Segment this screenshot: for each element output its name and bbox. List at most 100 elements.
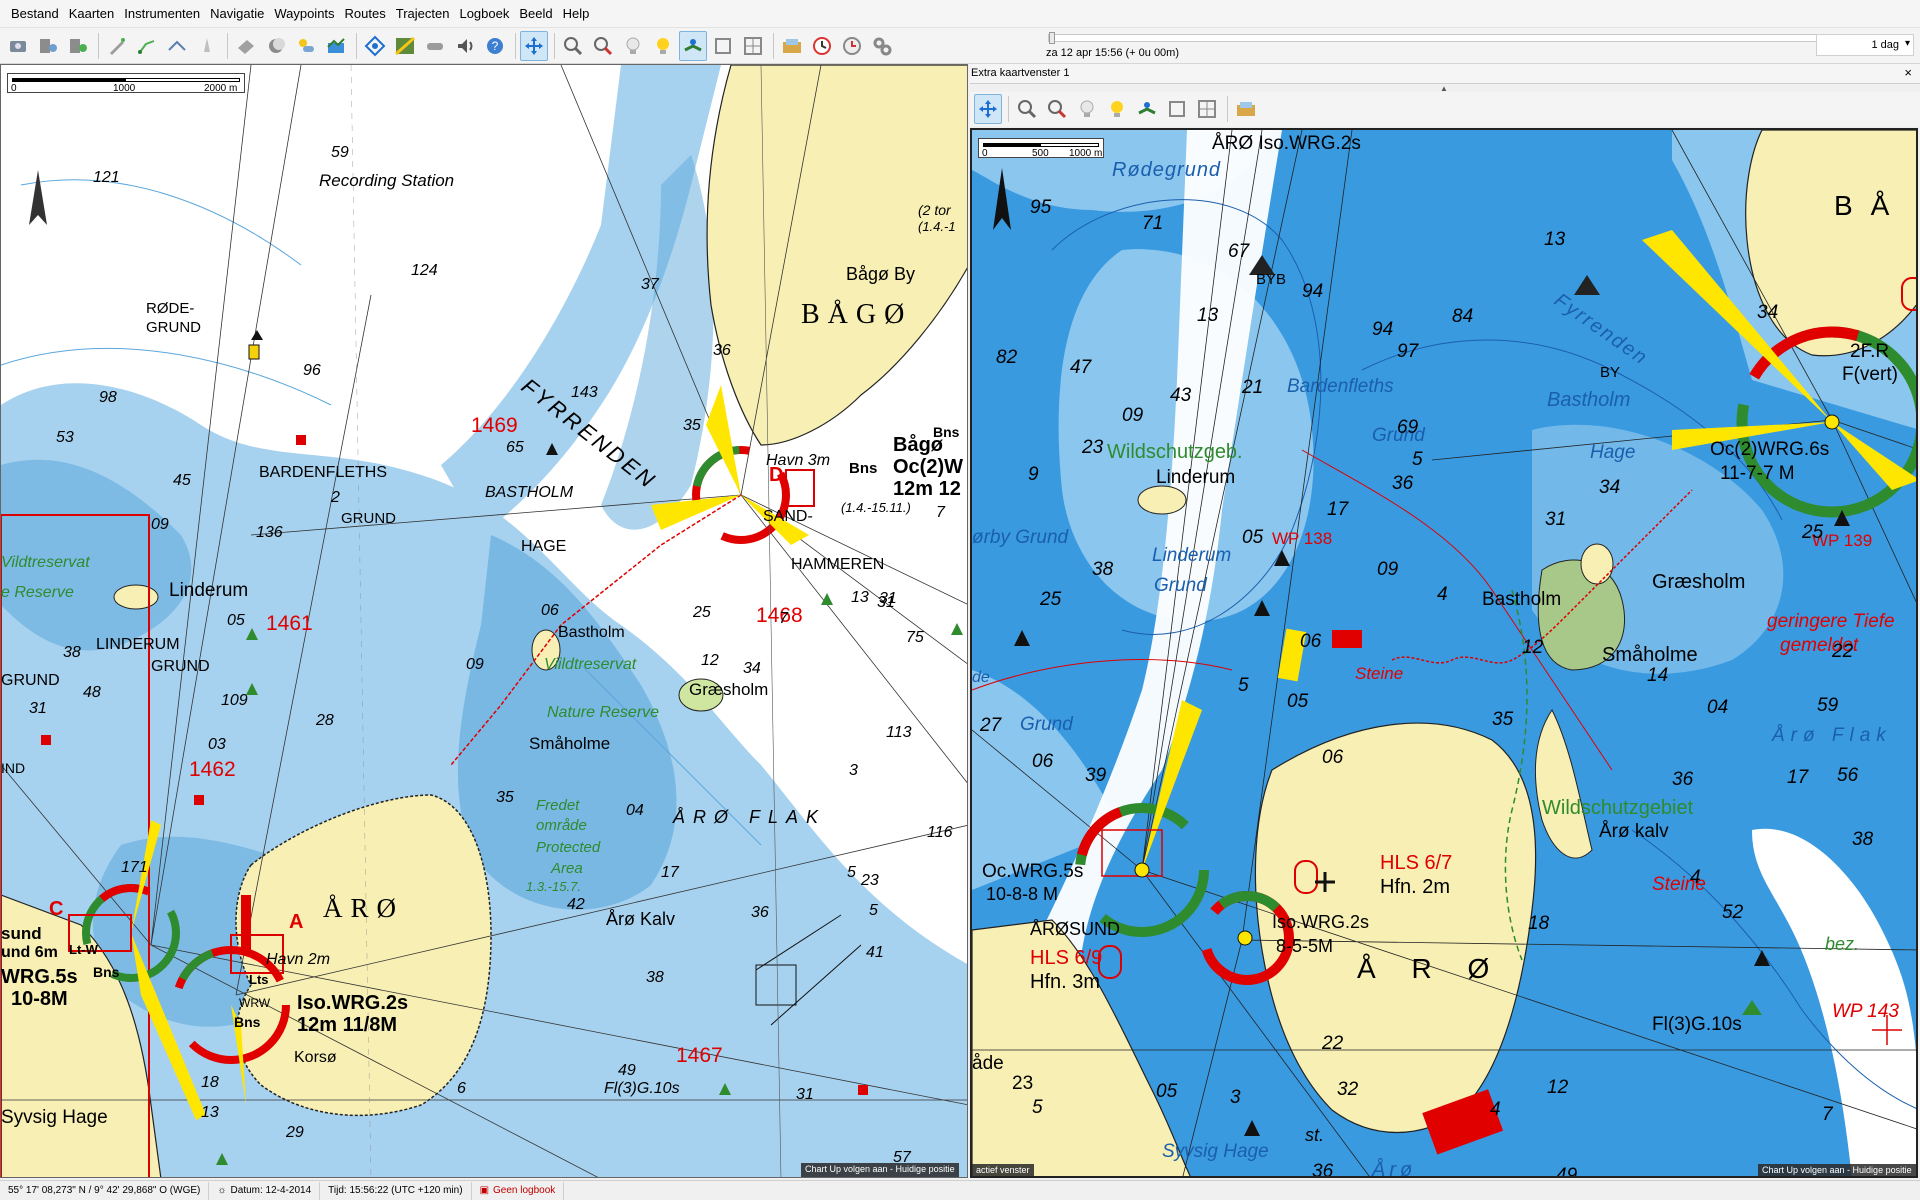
- gauge-icon[interactable]: [4, 31, 32, 61]
- left-chart-label: GRUND: [1, 672, 60, 689]
- depth-sounding: 05: [1156, 1081, 1178, 1102]
- period-select[interactable]: 1 dag: [1816, 34, 1914, 56]
- pencil-icon[interactable]: [103, 31, 131, 61]
- right-chart-label: 2F.R: [1850, 341, 1890, 362]
- help-icon[interactable]: ?: [481, 31, 509, 61]
- depth-sounding: 171: [121, 859, 148, 876]
- menu-help[interactable]: Help: [558, 0, 595, 28]
- depth-sounding: 116: [927, 824, 953, 841]
- main-chart-view[interactable]: 0 1000 2000 m Recording Station BÅGØ Bågø …: [0, 64, 968, 1178]
- bridge-icon[interactable]: [421, 31, 449, 61]
- left-chart-label: Årø Kalv: [606, 909, 676, 929]
- chart-layer-icon[interactable]: [322, 31, 350, 61]
- depth-sounding: 06: [541, 602, 559, 619]
- right-chart-label: Hfn. 3m: [1030, 971, 1101, 993]
- left-chart-label: 12m 11/8M: [297, 1014, 398, 1036]
- status-log-wrap[interactable]: ▣ Geen logbook: [472, 1181, 565, 1200]
- menu-routes[interactable]: Routes: [340, 0, 391, 28]
- depth-sounding: 14: [1647, 665, 1669, 686]
- menu-instrumenten[interactable]: Instrumenten: [119, 0, 205, 28]
- zoom-out-icon[interactable]: [589, 31, 617, 61]
- depth-sounding: 09: [1122, 405, 1144, 426]
- ais-icon[interactable]: [679, 30, 707, 61]
- depth-sounding: 36: [1392, 473, 1414, 494]
- depth-sounding: 29: [286, 1124, 304, 1141]
- zoom-in-icon[interactable]: [1013, 94, 1041, 124]
- speaker-icon[interactable]: [451, 31, 479, 61]
- depth-sounding: 48: [83, 684, 101, 701]
- chart-folder-icon[interactable]: [1232, 94, 1260, 124]
- close-icon[interactable]: ×: [1904, 65, 1912, 80]
- menu-kaarten[interactable]: Kaarten: [64, 0, 120, 28]
- depth-sounding: 06: [1032, 751, 1054, 772]
- menu-bestand[interactable]: Bestand: [6, 0, 64, 28]
- target-icon[interactable]: [361, 31, 389, 61]
- lightbulb-off-icon[interactable]: [619, 31, 647, 61]
- settings-icon[interactable]: [868, 31, 896, 61]
- zoom-out-icon[interactable]: [1043, 94, 1071, 124]
- time-slider[interactable]: [1048, 32, 1818, 44]
- left-chart-label: område: [536, 817, 587, 834]
- status-position: 55° 17' 08,273" N / 9° 42' 29,868" O (WG…: [0, 1181, 210, 1200]
- menu-waypoints[interactable]: Waypoints: [269, 0, 339, 28]
- zoom-in-icon[interactable]: [559, 31, 587, 61]
- depth-sounding: 06: [1322, 747, 1344, 768]
- left-chart-label: Area: [551, 860, 583, 877]
- secondary-chart-view[interactable]: 0 500 1000 m ÅRØ Iso.WRG.2s Rødegrund BYB B…: [970, 128, 1918, 1178]
- lightbulb-on-icon[interactable]: [649, 31, 677, 61]
- depth-sounding: 113: [886, 724, 912, 741]
- ais-icon[interactable]: [1133, 94, 1161, 124]
- history-icon[interactable]: [838, 31, 866, 61]
- menu-trajecten[interactable]: Trajecten: [391, 0, 455, 28]
- fullscreen-icon[interactable]: [709, 31, 737, 61]
- depth-sounding: 04: [1707, 697, 1729, 718]
- menu-beeld[interactable]: Beeld: [514, 0, 557, 28]
- depth-sounding: 71: [1142, 213, 1164, 234]
- time-slider-thumb[interactable]: [1049, 32, 1055, 44]
- lightbulb-off-icon[interactable]: [1073, 94, 1101, 124]
- depth-sounding: 34: [1599, 477, 1621, 498]
- menu-navigatie[interactable]: Navigatie: [205, 0, 269, 28]
- route-letter: C: [49, 898, 64, 920]
- window-layout-icon[interactable]: [1193, 94, 1221, 124]
- window-layout-icon[interactable]: [739, 31, 767, 61]
- right-chart-label: BY: [1600, 364, 1621, 381]
- instrument-icon[interactable]: [34, 31, 62, 61]
- instrument-alt-icon[interactable]: [64, 31, 92, 61]
- left-scale-end: 2000 m: [204, 83, 238, 94]
- pan-move-icon[interactable]: [520, 30, 548, 61]
- satellite-overlay-icon[interactable]: [391, 31, 419, 61]
- depth-sounding: 18: [1528, 913, 1550, 934]
- route-tool-icon[interactable]: [133, 31, 161, 61]
- fullscreen-icon[interactable]: [1163, 94, 1191, 124]
- chart-folder-icon[interactable]: [778, 31, 806, 61]
- mark-icon[interactable]: [193, 31, 221, 61]
- status-date-wrap: ☼ Datum: 12-4-2014: [209, 1181, 321, 1200]
- clock-icon[interactable]: [808, 31, 836, 61]
- depth-sounding: 13: [1544, 229, 1566, 250]
- depth-sounding: 34: [1757, 302, 1779, 323]
- lightbulb-on-icon[interactable]: [1103, 94, 1131, 124]
- route-edit-icon[interactable]: [163, 31, 191, 61]
- left-chart-label: sund: [1, 924, 42, 943]
- depth-sounding: 3: [849, 762, 858, 779]
- right-chart-label: åde: [972, 1053, 1004, 1074]
- left-chart-label: Småholme: [529, 734, 611, 753]
- left-chart-label: Iso.WRG.2s: [297, 992, 409, 1014]
- depth-sounding: 23: [861, 872, 879, 889]
- left-chart-label: Oc(2)W: [893, 456, 963, 478]
- weather-icon[interactable]: [292, 31, 320, 61]
- menu-logboek[interactable]: Logboek: [454, 0, 514, 28]
- depth-sounding: 4: [1690, 867, 1701, 888]
- depth-sounding: 25: [693, 604, 711, 621]
- depth-sounding: 38: [63, 644, 81, 661]
- depth-sounding: 53: [56, 429, 74, 446]
- depth-sounding: 96: [303, 362, 321, 379]
- depth-sounding: 36: [1312, 1161, 1334, 1178]
- depth-sounding: 17: [1787, 767, 1809, 788]
- depth-sounding: 45: [173, 472, 191, 489]
- eraser-icon[interactable]: [232, 31, 260, 61]
- depth-sounding: 25: [1802, 522, 1824, 543]
- pan-move-icon[interactable]: [974, 94, 1002, 124]
- moon-icon[interactable]: [262, 31, 290, 61]
